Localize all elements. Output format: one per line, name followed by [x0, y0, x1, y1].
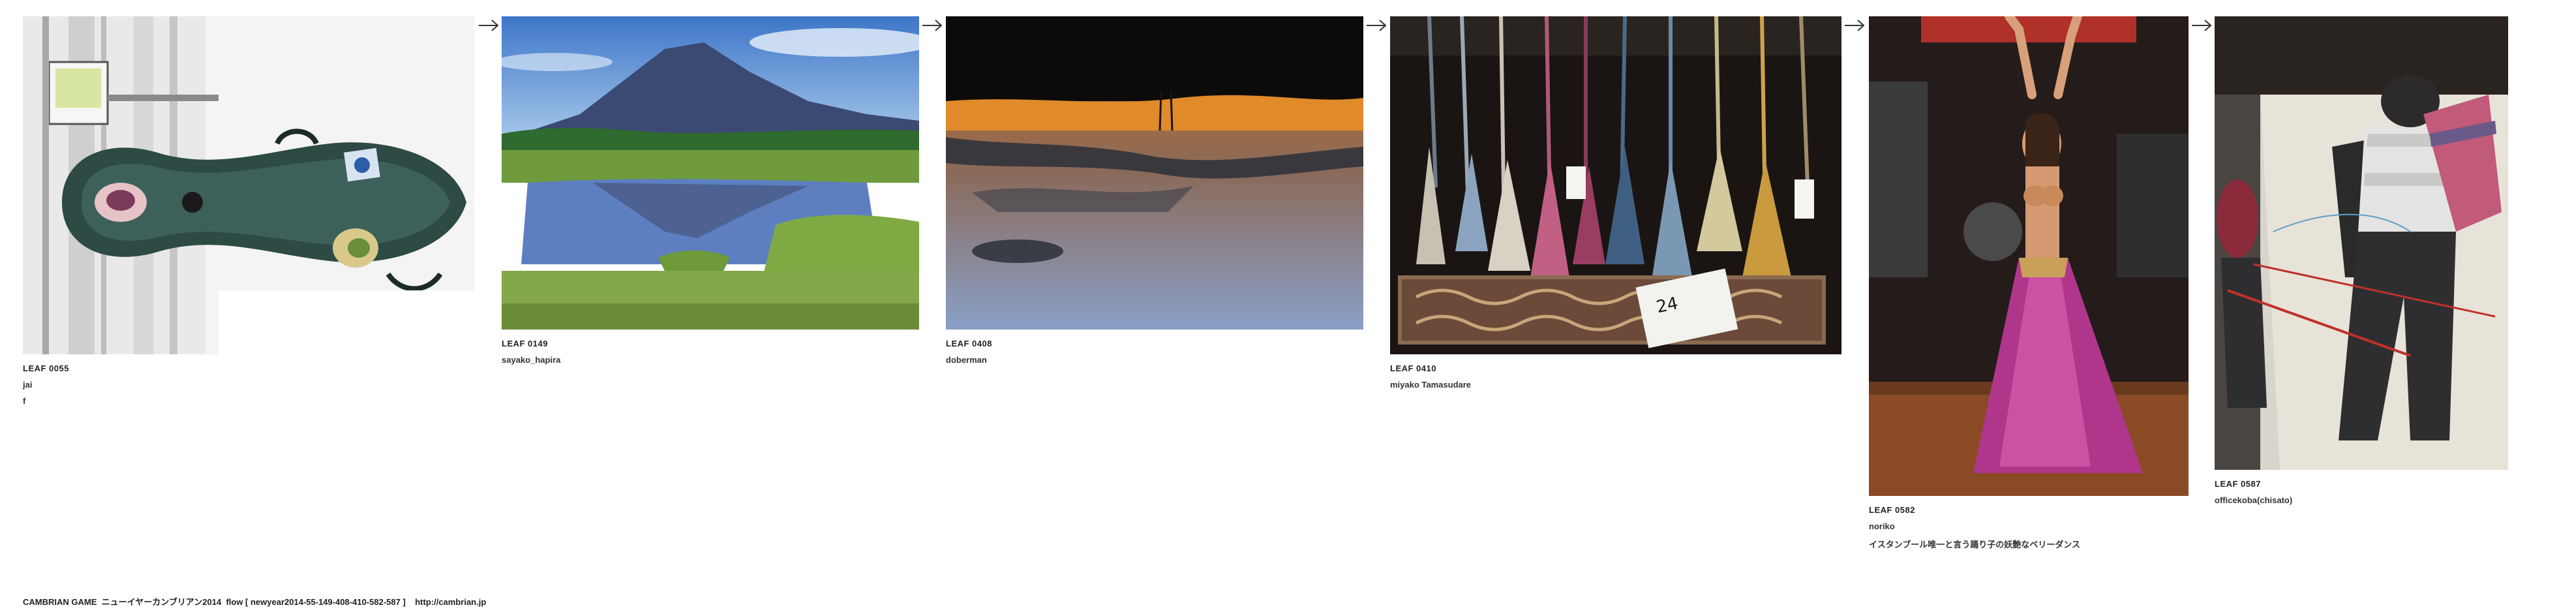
leaf-0408-photo[interactable]: [946, 16, 1363, 330]
belly-dancer-image: [1869, 16, 2189, 496]
leaf-id: LEAF 0408: [946, 339, 992, 348]
leaf-0582-photo[interactable]: [1869, 16, 2189, 496]
leaf-0055-photo[interactable]: [23, 16, 474, 354]
sunset-reflection-image: [946, 16, 1363, 330]
leaf-0149-photo[interactable]: [502, 16, 919, 330]
leaf-author[interactable]: officekoba(chisato): [2215, 495, 2508, 505]
leaf-comment: イスタンブール唯一と言う踊り子の妖艶なベリーダンス: [1869, 540, 2080, 549]
cello-case-image: [23, 16, 474, 354]
leaf-0408: LEAF 0408 doberman: [946, 16, 1363, 365]
flow-arrow-icon: [2192, 20, 2212, 31]
leaf-comment: f: [23, 396, 26, 406]
leaf-author[interactable]: jai: [23, 380, 474, 390]
leaf-author[interactable]: sayako_hapira: [502, 355, 919, 365]
flow-arrow-icon: [479, 20, 499, 31]
flow-arrow-icon: [922, 20, 943, 31]
leaf-id: LEAF 0582: [1869, 505, 1915, 515]
leaf-0055: LEAF 0055 jai f: [23, 16, 474, 406]
leaf-id: LEAF 0055: [23, 363, 69, 373]
leaf-id: LEAF 0410: [1390, 363, 1436, 373]
leaf-id: LEAF 0587: [2215, 479, 2261, 489]
tassels-image: 24: [1390, 16, 1841, 354]
leaf-author[interactable]: miyako Tamasudare: [1390, 380, 1841, 390]
mannequin-climbers-image: [2215, 16, 2508, 470]
leaf-id: LEAF 0149: [502, 339, 548, 348]
leaf-author[interactable]: doberman: [946, 355, 1363, 365]
flow-arrow-icon: [1845, 20, 1865, 31]
leaf-0587: LEAF 0587 officekoba(chisato): [2215, 16, 2508, 505]
mountain-lake-image: [502, 16, 919, 330]
leaf-0587-photo[interactable]: [2215, 16, 2508, 470]
leaf-0149: LEAF 0149 sayako_hapira: [502, 16, 919, 365]
leaf-0410: 24 LEAF 0410 miyako Tamasudare: [1390, 16, 1841, 390]
footer-credit[interactable]: CAMBRIAN GAME ニューイヤーカンブリアン2014 flow [ ne…: [23, 595, 486, 608]
leaf-0582: LEAF 0582 noriko イスタンブール唯一と言う踊り子の妖艶なベリーダ…: [1869, 16, 2189, 550]
flow-arrow-icon: [1367, 20, 1387, 31]
leaf-author[interactable]: noriko: [1869, 521, 2189, 531]
leaf-0410-photo[interactable]: 24: [1390, 16, 1841, 354]
